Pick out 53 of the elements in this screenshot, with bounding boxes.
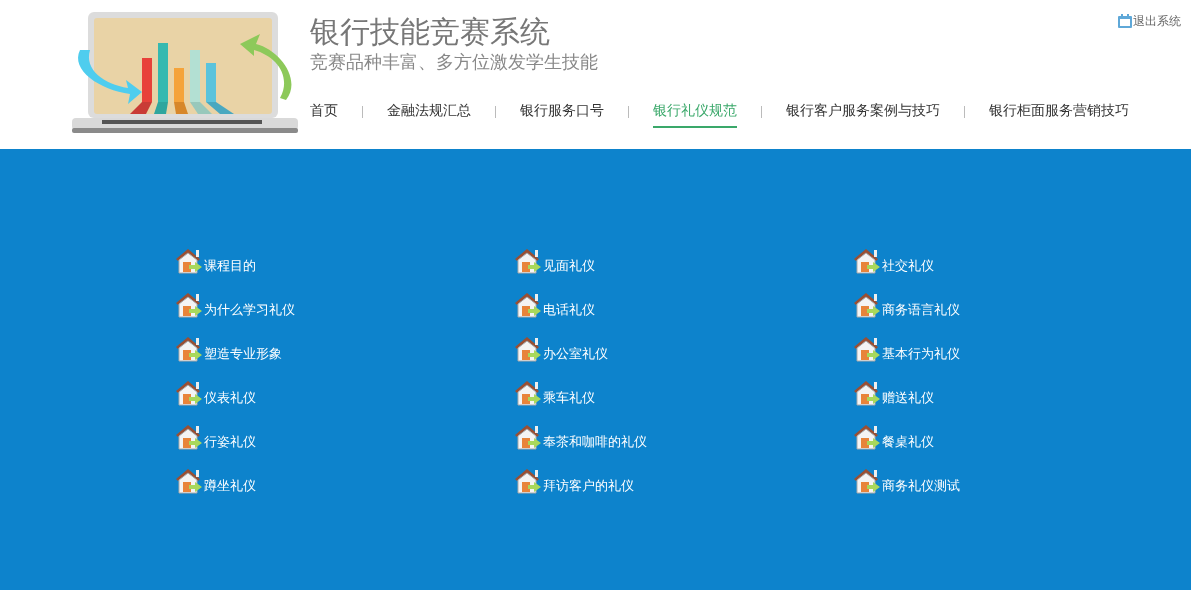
house-arrow-icon <box>174 247 204 275</box>
nav-tab[interactable]: 银行礼仪规范 <box>653 96 737 128</box>
house-arrow-icon <box>174 467 204 495</box>
nav-tab[interactable]: 银行柜面服务营销技巧 <box>989 96 1129 128</box>
curved-arrow-icon <box>78 50 142 104</box>
lesson-link[interactable]: 为什么学习礼仪 <box>174 291 295 319</box>
podium-bar <box>174 68 188 114</box>
podium-bar <box>130 58 152 114</box>
house-arrow-icon <box>513 467 543 495</box>
house-arrow-icon <box>852 335 882 363</box>
podium-bar <box>190 50 212 114</box>
house-arrow-icon <box>174 423 204 451</box>
lesson-link[interactable]: 办公室礼仪 <box>513 335 608 363</box>
lesson-link[interactable]: 奉茶和咖啡的礼仪 <box>513 423 647 451</box>
house-arrow-icon <box>174 379 204 407</box>
lesson-link[interactable]: 蹲坐礼仪 <box>174 467 256 495</box>
logout-link[interactable]: 退出系统 <box>1117 12 1181 30</box>
lesson-link[interactable]: 商务礼仪测试 <box>852 467 960 495</box>
lesson-link[interactable]: 商务语言礼仪 <box>852 291 960 319</box>
nav-tab[interactable]: 银行服务口号 <box>520 96 604 128</box>
lesson-link[interactable]: 拜访客户的礼仪 <box>513 467 634 495</box>
house-arrow-icon <box>852 379 882 407</box>
calendar-icon <box>1117 13 1133 29</box>
lesson-link[interactable]: 仪表礼仪 <box>174 379 256 407</box>
podium-bar <box>154 43 168 114</box>
house-arrow-icon <box>513 291 543 319</box>
podium-bar <box>206 63 234 114</box>
house-arrow-icon <box>513 247 543 275</box>
lesson-link[interactable]: 塑造专业形象 <box>174 335 282 363</box>
app-title: 银行技能竞赛系统 <box>310 14 550 50</box>
house-arrow-icon <box>513 335 543 363</box>
nav-tab[interactable]: 银行客户服务案例与技巧 <box>786 96 940 128</box>
house-arrow-icon <box>852 247 882 275</box>
house-arrow-icon <box>852 291 882 319</box>
house-arrow-icon <box>852 467 882 495</box>
nav-tab[interactable]: 首页 <box>310 96 338 128</box>
lesson-link[interactable]: 电话礼仪 <box>513 291 595 319</box>
house-arrow-icon <box>513 379 543 407</box>
lesson-link[interactable]: 社交礼仪 <box>852 247 934 275</box>
lesson-link[interactable]: 赠送礼仪 <box>852 379 934 407</box>
curved-arrow-icon <box>240 34 292 100</box>
house-arrow-icon <box>852 423 882 451</box>
app-subtitle: 竞赛品种丰富、多方位激发学生技能 <box>310 50 598 74</box>
nav-tab[interactable]: 金融法规汇总 <box>387 96 471 128</box>
house-arrow-icon <box>513 423 543 451</box>
house-arrow-icon <box>174 291 204 319</box>
lesson-link[interactable]: 行姿礼仪 <box>174 423 256 451</box>
lesson-link[interactable]: 见面礼仪 <box>513 247 595 275</box>
lesson-link[interactable]: 乘车礼仪 <box>513 379 595 407</box>
lesson-link[interactable]: 基本行为礼仪 <box>852 335 960 363</box>
house-arrow-icon <box>174 335 204 363</box>
lesson-link[interactable]: 餐桌礼仪 <box>852 423 934 451</box>
lesson-link[interactable]: 课程目的 <box>174 247 256 275</box>
